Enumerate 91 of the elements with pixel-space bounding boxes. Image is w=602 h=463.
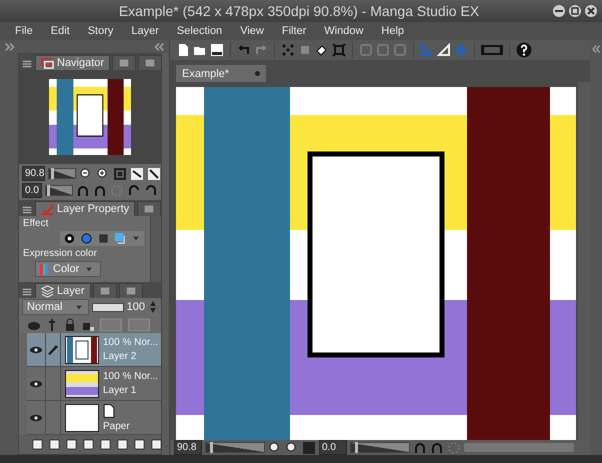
panel-tab[interactable]: Layer: [35, 283, 91, 298]
vertical-scrollbar[interactable]: [150, 216, 161, 282]
layer-row[interactable]: 100 % Nor... Layer 1: [27, 367, 161, 401]
zoom-field[interactable]: 90.8: [22, 166, 46, 181]
panel-icon: [98, 285, 111, 297]
rotate-right-icon[interactable]: [430, 440, 444, 454]
section-label: Effect: [23, 218, 50, 229]
layer-color-icon[interactable]: [114, 232, 127, 245]
collapse-icon[interactable]: [591, 43, 601, 55]
expand-icon[interactable]: [4, 40, 16, 52]
layer-row[interactable]: Paper: [27, 401, 161, 435]
angle-slider[interactable]: [45, 185, 73, 196]
eye-icon[interactable]: [30, 346, 42, 354]
minimize-button[interactable]: [552, 4, 566, 18]
panel-tab[interactable]: [138, 55, 162, 70]
panel-tab[interactable]: Layer Property: [35, 201, 136, 216]
panel-tab[interactable]: Navigator: [35, 55, 110, 70]
navigator-icon: [41, 56, 54, 70]
blend-mode-dropdown[interactable]: Normal: [22, 299, 89, 315]
reset-rotation-icon[interactable]: [447, 440, 461, 454]
panel-menu-icon[interactable]: [21, 204, 33, 216]
zoom-slider[interactable]: [205, 442, 265, 453]
flip-vertical-icon[interactable]: [147, 166, 162, 180]
menu-item[interactable]: Help: [374, 24, 412, 38]
layer-name: Layer 2: [103, 351, 138, 362]
panel-layout-icon[interactable]: [481, 43, 503, 57]
undo-icon[interactable]: [237, 43, 251, 57]
maximize-button[interactable]: [568, 4, 582, 18]
menu-item[interactable]: Edit: [44, 24, 77, 38]
opacity-value[interactable]: 100: [126, 301, 145, 313]
layer-property-icon: [41, 202, 54, 216]
panel-icon: [144, 57, 156, 69]
panel-icon: [124, 285, 137, 297]
layer-thumbnail: [65, 370, 99, 398]
redo-icon[interactable]: [254, 43, 268, 57]
eye-icon[interactable]: [30, 414, 42, 422]
dot-icon: [255, 71, 260, 76]
fit-icon[interactable]: [113, 166, 128, 180]
menu-item[interactable]: Story: [80, 24, 120, 38]
layer-name: Paper: [103, 420, 130, 432]
help-icon[interactable]: [516, 42, 532, 58]
rotate-icon[interactable]: [144, 184, 158, 198]
menu-item[interactable]: Layer: [124, 24, 166, 38]
border-effect-icon[interactable]: [63, 232, 76, 245]
layer-info: 100 % Nor...: [103, 371, 158, 382]
document-tab[interactable]: Example*: [176, 65, 266, 82]
menu-item[interactable]: Filter: [274, 24, 314, 38]
panel-menu-icon[interactable]: [21, 286, 33, 298]
circle-icon[interactable]: [80, 232, 93, 245]
panel-icon: [118, 57, 130, 69]
panel-tab[interactable]: [137, 201, 162, 216]
panel-tab[interactable]: [118, 283, 143, 298]
collapse-icon[interactable]: [153, 40, 165, 52]
flip-horizontal-icon[interactable]: [130, 166, 144, 180]
new-file-icon[interactable]: [176, 43, 190, 57]
rotate-left-icon[interactable]: [76, 184, 90, 198]
layer-thumbnail: [65, 336, 99, 364]
section-label: Expression color: [23, 248, 98, 259]
spinner-icon[interactable]: [148, 300, 158, 314]
expression-color-dropdown[interactable]: Color: [35, 261, 101, 277]
save-icon[interactable]: [210, 43, 224, 57]
rotate-right-icon[interactable]: [93, 184, 107, 198]
menu-item[interactable]: File: [8, 24, 40, 38]
window-title: Example* (542 x 478px 350dpi 90.8%) - Manga Studio EX: [118, 3, 480, 19]
layers-icon: [41, 284, 54, 298]
close-button[interactable]: [584, 4, 598, 18]
select-all-icon[interactable]: [281, 43, 295, 57]
layer-thumbnail: [65, 404, 99, 432]
panel-tab[interactable]: [112, 55, 136, 70]
opacity-slider[interactable]: [92, 302, 124, 312]
panel-tab[interactable]: [92, 283, 117, 298]
color-icon: [40, 264, 48, 274]
layer-info: 100 % Nor...: [103, 337, 158, 348]
menu-item[interactable]: Window: [317, 24, 370, 38]
page-icon: [103, 404, 115, 418]
menu-item[interactable]: Selection: [170, 24, 230, 38]
layer-name: Layer 1: [103, 385, 138, 396]
angle-field[interactable]: 0.0: [319, 440, 347, 455]
zoom-slider[interactable]: [48, 168, 76, 179]
panel-menu-icon[interactable]: [21, 58, 33, 70]
angle-field[interactable]: 0.0: [22, 183, 42, 198]
eye-icon[interactable]: [30, 380, 42, 388]
angle-ruler-icon[interactable]: [437, 43, 451, 57]
rotate-icon[interactable]: [127, 184, 141, 198]
horizontal-scrollbar[interactable]: [464, 443, 574, 452]
zoom-field[interactable]: 90.8: [174, 440, 202, 455]
fill-icon[interactable]: [315, 43, 329, 57]
rotate-left-icon[interactable]: [413, 440, 427, 454]
menu-item[interactable]: View: [233, 24, 271, 38]
panel-icon: [143, 203, 156, 215]
angle-slider[interactable]: [350, 442, 410, 453]
